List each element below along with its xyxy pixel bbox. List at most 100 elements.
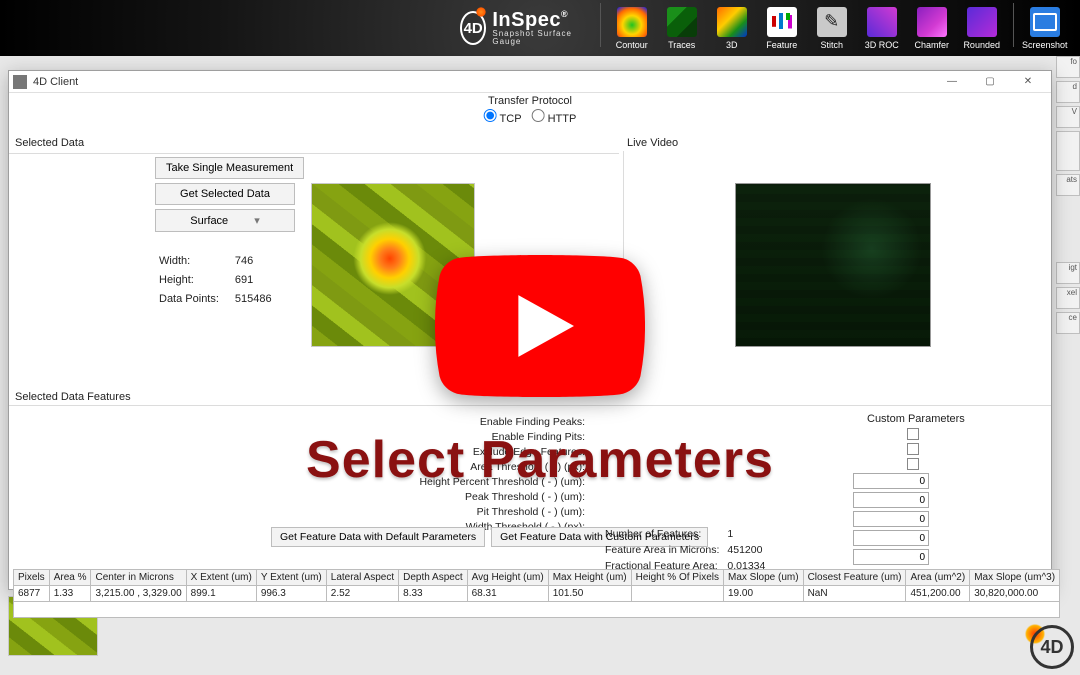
grid-header-row: Pixels Area % Center in Microns X Extent… [14,570,1060,586]
window-title: 4D Client [33,76,78,88]
feature-summary: Number of Features:1 Feature Area in Mic… [603,525,767,575]
grid-header[interactable]: Lateral Aspect [326,570,398,586]
tool-strip: Contour Traces 3D Feature Stitch 3D ROC … [596,3,1080,53]
grid-header[interactable]: Center in Microns [91,570,186,586]
stitch-icon [817,7,847,37]
live-video-view [735,183,931,347]
grid-header[interactable]: Pixels [14,570,50,586]
tool-3droc[interactable]: 3D ROC [859,3,905,53]
grid-header[interactable]: Avg Height (um) [467,570,548,586]
grid-header[interactable]: Y Extent (um) [256,570,326,586]
frag [1056,199,1080,259]
grid-cell: 3,215.00 , 3,329.00 [91,586,186,602]
summary-value: 451200 [727,543,765,557]
tool-contour[interactable]: Contour [609,3,655,53]
tool-label: 3D [726,40,738,50]
divider [9,405,1051,406]
summary-key: Feature Area in Microns: [605,543,725,557]
cp-input[interactable] [853,530,929,546]
grid-cell: 19.00 [723,586,803,602]
grid-cell: 451,200.00 [906,586,970,602]
minimize-button[interactable]: — [933,72,971,92]
close-button[interactable]: ✕ [1009,72,1047,92]
tool-feature[interactable]: Feature [759,3,805,53]
frag: ce [1056,312,1080,334]
frag: fo [1056,56,1080,78]
tool-label: Contour [616,40,648,50]
video-play-button[interactable] [435,251,645,401]
grid-cell: 1.33 [49,586,91,602]
tool-traces[interactable]: Traces [659,3,705,53]
tp-radio-http[interactable] [532,109,545,122]
feature-grid[interactable]: Pixels Area % Center in Microns X Extent… [13,569,1047,618]
rounded-icon [967,7,997,37]
brand-reg: ® [561,9,568,19]
tool-rounded[interactable]: Rounded [959,3,1005,53]
tool-chamfer[interactable]: Chamfer [909,3,955,53]
cp-checkbox[interactable] [907,443,919,455]
contour-icon [617,7,647,37]
grid-header[interactable]: Depth Aspect [399,570,467,586]
summary-key: Number of Features: [605,527,725,541]
grid-header[interactable]: Closest Feature (um) [803,570,906,586]
cp-input[interactable] [853,492,929,508]
tool-label: 3D ROC [865,40,899,50]
tool-print[interactable]: P [1072,3,1080,53]
get-default-button[interactable]: Get Feature Data with Default Parameters [271,527,485,547]
param-row: Enable Finding Peaks: [235,415,585,430]
cp-checkbox[interactable] [907,458,919,470]
tp-option-http[interactable]: HTTP [532,109,577,125]
grid-header[interactable]: Height % Of Pixels [631,570,723,586]
tp-radio-tcp[interactable] [484,109,497,122]
grid-data-row[interactable]: 6877 1.33 3,215.00 , 3,329.00 899.1 996.… [14,586,1060,602]
frag: V [1056,106,1080,128]
maximize-button[interactable]: ▢ [971,72,1009,92]
tool-label: Screenshot [1022,40,1068,50]
live-video-label: Live Video [627,137,678,149]
grid-header[interactable]: Max Height (um) [548,570,631,586]
frag: ats [1056,174,1080,196]
grid-cell: NaN [803,586,906,602]
cp-input[interactable] [853,549,929,565]
grid-header[interactable]: X Extent (um) [186,570,256,586]
tool-label: Stitch [820,40,843,50]
grid-cell [631,586,723,602]
frag [1056,131,1080,171]
overlay-caption: Select Parameters [306,430,774,490]
brand-text: InSpec® Snapshot Surface Gauge [492,10,575,46]
cp-input[interactable] [853,473,929,489]
info-value: 746 [235,253,272,270]
features-label: Selected Data Features [15,391,131,403]
tool-screenshot[interactable]: Screenshot [1022,3,1068,53]
tool-label: Chamfer [914,40,949,50]
info-key: Data Points: [159,291,233,308]
info-value: 691 [235,272,272,289]
frag: igt [1056,262,1080,284]
titlebar[interactable]: 4D Client — ▢ ✕ [9,71,1051,93]
cp-checkbox[interactable] [907,428,919,440]
traces-icon [667,7,697,37]
grid-cell: 899.1 [186,586,256,602]
3d-icon [717,7,747,37]
surface-label: Surface [190,215,228,227]
grid-header[interactable]: Max Slope (um) [723,570,803,586]
tool-3d[interactable]: 3D [709,3,755,53]
grid-header[interactable]: Max Slope (um^3) [970,570,1060,586]
grid-header[interactable]: Area (um^2) [906,570,970,586]
app-banner: 4D InSpec® Snapshot Surface Gauge Contou… [0,0,1080,56]
info-value: 515486 [235,291,272,308]
tool-stitch[interactable]: Stitch [809,3,855,53]
param-row: Pit Threshold ( - ) (um): [235,505,585,520]
grid-cell: 68.31 [467,586,548,602]
tp-option-tcp[interactable]: TCP [484,109,522,125]
info-key: Height: [159,272,233,289]
selected-data-label: Selected Data [15,137,84,149]
grid-header[interactable]: Area % [49,570,91,586]
3droc-icon [867,7,897,37]
transfer-protocol: Transfer Protocol TCP HTTP [484,95,577,125]
get-selected-data-button[interactable]: Get Selected Data [155,183,295,205]
take-measurement-button[interactable]: Take Single Measurement [155,157,304,179]
surface-dropdown[interactable]: Surface [155,209,295,232]
brand-badge-icon: 4D [460,11,486,45]
cp-input[interactable] [853,511,929,527]
